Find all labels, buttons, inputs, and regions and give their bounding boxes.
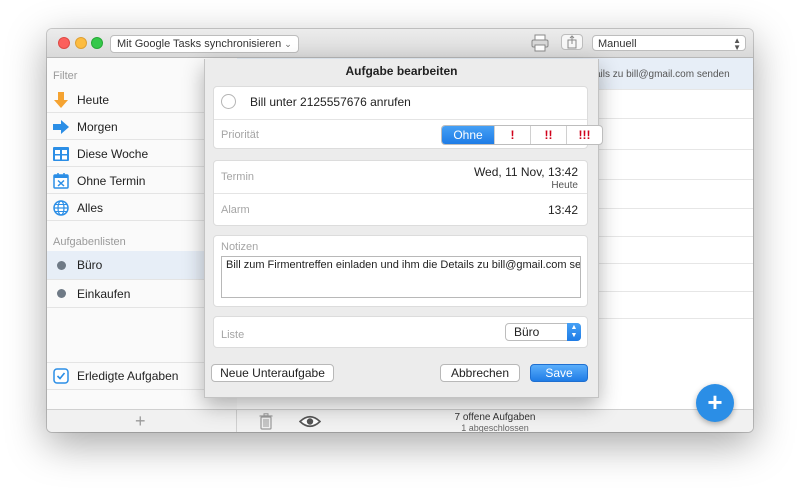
arrow-down-icon: [53, 91, 69, 108]
sidebar-item-label: Einkaufen: [77, 286, 131, 301]
no-date-calendar-icon: [53, 172, 69, 189]
dialog-title: Aufgabe bearbeiten: [345, 64, 458, 78]
printer-icon[interactable]: [530, 34, 550, 52]
priority-label: Priorität: [221, 129, 259, 141]
priority-high-option[interactable]: !!!: [566, 126, 602, 144]
priority-low-option[interactable]: !: [494, 126, 530, 144]
filter-section-header: Filter: [53, 70, 78, 82]
due-date-value[interactable]: Wed, 11 Nov, 13:42: [474, 165, 578, 179]
updown-chevron-icon: ▲ ▼: [733, 36, 741, 52]
sidebar-item-label: Erledigte Aufgaben: [77, 369, 179, 383]
zoom-window-button[interactable]: [91, 37, 103, 49]
sync-button-label: Mit Google Tasks synchronisieren: [117, 38, 282, 50]
sidebar-item-label: Alles: [77, 200, 104, 215]
task-title-field[interactable]: Bill unter 2125557676 anrufen: [250, 95, 411, 109]
sidebar-bottom-bar: +: [47, 409, 237, 432]
list-dot-icon: [53, 257, 69, 273]
list-select[interactable]: Büro ▲ ▼: [505, 323, 581, 341]
add-list-button[interactable]: +: [135, 410, 146, 432]
sort-mode-value: Manuell: [598, 38, 637, 50]
task-list-bottom-bar: 7 offene Aufgaben 1 abgeschlossen: [237, 409, 753, 432]
new-subtask-button[interactable]: Neue Unteraufgabe: [211, 364, 334, 382]
sync-google-tasks-button[interactable]: Mit Google Tasks synchronisieren ⌄: [110, 35, 299, 53]
sidebar-item-label: Heute: [77, 92, 110, 107]
completed-tasks-count: 1 abgeschlossen: [461, 423, 529, 432]
week-calendar-icon: [53, 146, 69, 162]
selected-task-peek-text: ails zu bill@gmail.com senden: [595, 69, 730, 80]
priority-medium-option[interactable]: !!: [530, 126, 566, 144]
list-select-value: Büro: [514, 325, 540, 339]
notes-label: Notizen: [221, 241, 259, 253]
arrow-right-icon: [53, 119, 69, 135]
edit-task-dialog: Aufgabe bearbeiten Bill unter 2125557676…: [204, 59, 603, 398]
cancel-button[interactable]: Abbrechen: [440, 364, 520, 382]
globe-icon: [53, 199, 69, 216]
title-bar: Mit Google Tasks synchronisieren ⌄ Manuel…: [47, 29, 753, 58]
checkmark-badge-icon: [53, 368, 69, 384]
chevron-down-icon: ⌄: [284, 39, 292, 49]
add-task-button[interactable]: +: [696, 384, 734, 422]
divider: [214, 119, 587, 120]
sidebar-item-label: Büro: [77, 258, 103, 272]
alarm-label: Alarm: [221, 204, 250, 216]
open-tasks-count: 7 offene Aufgaben: [454, 412, 536, 423]
close-window-button[interactable]: [58, 37, 70, 49]
sidebar-item-label: Ohne Termin: [77, 173, 146, 188]
share-button[interactable]: [561, 34, 583, 50]
alarm-value[interactable]: 13:42: [548, 203, 578, 217]
save-button[interactable]: Save: [530, 364, 588, 382]
list-label: Liste: [221, 329, 245, 341]
sidebar-item-label: Diese Woche: [77, 146, 149, 161]
list-dot-icon: [53, 286, 69, 302]
sort-mode-select[interactable]: Manuell ▲ ▼: [592, 35, 746, 52]
sidebar-item-label: Morgen: [77, 119, 118, 134]
due-date-relative: Heute: [551, 180, 578, 191]
minimize-window-button[interactable]: [75, 37, 87, 49]
priority-segmented-control[interactable]: Ohne ! !! !!!: [441, 125, 603, 145]
share-icon: [567, 35, 577, 49]
lists-section-header: Aufgabenlisten: [53, 236, 126, 248]
divider: [214, 193, 587, 194]
notes-textarea[interactable]: Bill zum Firmentreffen einladen und ihm …: [221, 256, 581, 298]
complete-task-checkbox[interactable]: [221, 94, 236, 109]
priority-none-option[interactable]: Ohne: [442, 126, 494, 144]
updown-chevron-icon: ▲ ▼: [567, 323, 581, 341]
due-date-label: Termin: [221, 171, 255, 183]
